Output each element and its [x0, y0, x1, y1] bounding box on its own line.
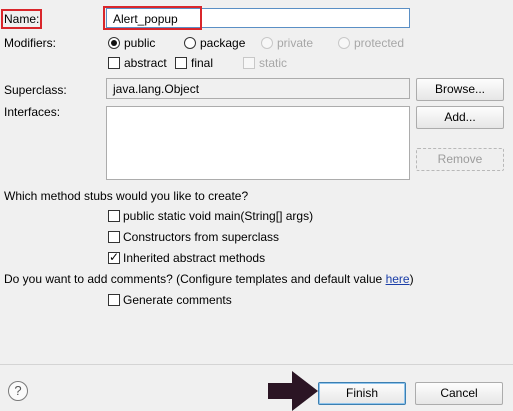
private-radio [261, 37, 273, 49]
name-label: Name: [4, 12, 40, 26]
superclass-label: Superclass: [4, 83, 67, 97]
abstract-checkbox[interactable] [108, 57, 120, 69]
main-stub-label[interactable]: public static void main(String[] args) [123, 208, 313, 224]
static-label: static [259, 56, 288, 70]
help-icon[interactable]: ? [8, 381, 28, 401]
package-radio[interactable] [184, 37, 196, 49]
comments-question: Do you want to add comments? (Configure … [4, 271, 414, 287]
generate-comments-label[interactable]: Generate comments [123, 292, 232, 308]
final-label[interactable]: final [191, 55, 213, 71]
interfaces-label: Interfaces: [4, 105, 61, 119]
generate-comments-checkbox[interactable] [108, 294, 120, 306]
public-radio[interactable] [108, 37, 120, 49]
public-label[interactable]: public [124, 35, 155, 51]
browse-button[interactable]: Browse... [416, 78, 504, 101]
protected-radio [338, 37, 350, 49]
interfaces-list[interactable] [106, 106, 410, 180]
static-checkbox [243, 57, 255, 69]
comments-question-tail: ) [409, 272, 414, 286]
add-interface-button[interactable]: Add... [416, 106, 504, 129]
package-label[interactable]: package [200, 35, 245, 51]
inherited-label[interactable]: Inherited abstract methods [123, 250, 265, 266]
superclass-field[interactable]: java.lang.Object [106, 78, 410, 99]
cancel-button[interactable]: Cancel [415, 382, 503, 405]
stubs-question: Which method stubs would you like to cre… [4, 189, 249, 203]
main-stub-checkbox[interactable] [108, 210, 120, 222]
remove-interface-button: Remove [416, 148, 504, 171]
constructors-label[interactable]: Constructors from superclass [123, 229, 279, 245]
comments-here-link[interactable]: here [386, 272, 410, 286]
superclass-value: java.lang.Object [113, 82, 200, 96]
comments-question-text: Do you want to add comments? (Configure … [4, 272, 386, 286]
arrow-pointer-icon [268, 371, 318, 411]
constructors-checkbox[interactable] [108, 231, 120, 243]
finish-button[interactable]: Finish [318, 382, 406, 405]
final-checkbox[interactable] [175, 57, 187, 69]
modifiers-label: Modifiers: [4, 36, 57, 50]
private-label: private [277, 36, 314, 50]
abstract-label[interactable]: abstract [124, 55, 167, 71]
protected-label: protected [354, 36, 405, 50]
footer-separator [0, 364, 513, 365]
name-field-highlight [103, 6, 202, 30]
inherited-checkbox[interactable] [108, 250, 120, 264]
